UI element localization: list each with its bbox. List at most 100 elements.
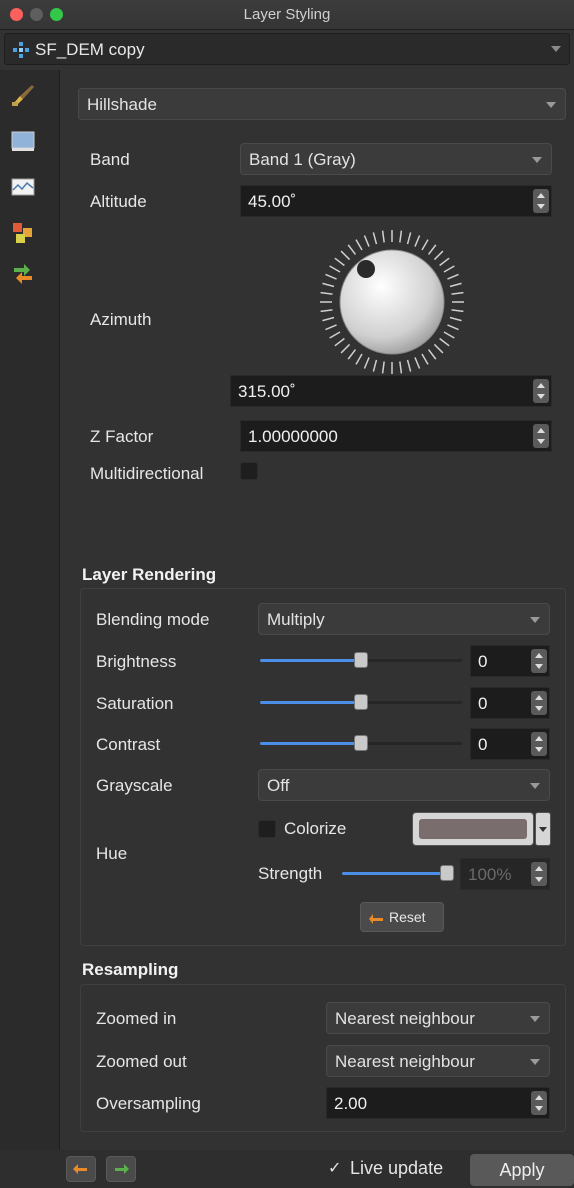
dial-tick — [414, 357, 421, 369]
multidirectional-label: Multidirectional — [90, 464, 204, 483]
brightness-value: 0 — [478, 652, 488, 671]
dial-tick — [451, 309, 464, 313]
strength-value: 100% — [468, 865, 512, 884]
zoomed-in-value: Nearest neighbour — [335, 1009, 475, 1028]
slider-handle[interactable] — [354, 652, 368, 668]
azimuth-dial[interactable] — [312, 222, 472, 382]
bottom-toolbar: ✓ Live update Apply — [0, 1150, 574, 1188]
contrast-label: Contrast — [96, 735, 161, 754]
undo-button[interactable] — [66, 1156, 96, 1182]
rendering-icon[interactable] — [10, 220, 36, 246]
spinbox-arrows-icon[interactable] — [531, 649, 547, 673]
brightness-spinbox[interactable]: 0 — [470, 645, 550, 677]
colorize-checkbox[interactable] — [258, 820, 276, 838]
history-icon[interactable] — [10, 260, 36, 286]
contrast-spinbox[interactable]: 0 — [470, 728, 550, 760]
reset-icon — [369, 914, 383, 924]
dial-tick — [363, 357, 370, 369]
contrast-slider[interactable] — [260, 733, 462, 753]
chevron-down-icon — [530, 1016, 540, 1022]
saturation-label: Saturation — [96, 694, 174, 713]
spinbox-arrows-icon[interactable] — [531, 1091, 547, 1115]
dial-tick — [372, 232, 378, 245]
zoomed-out-label: Zoomed out — [96, 1052, 187, 1071]
spinbox-arrows-icon[interactable] — [531, 691, 547, 715]
dial-tick — [406, 232, 412, 245]
chevron-down-icon — [530, 1059, 540, 1065]
spinbox-arrows-icon[interactable] — [533, 424, 549, 448]
strength-spinbox[interactable]: 100% — [460, 858, 550, 890]
dial-tick — [439, 337, 450, 347]
grayscale-label: Grayscale — [96, 776, 173, 795]
zoomed-in-dropdown[interactable]: Nearest neighbour — [326, 1002, 550, 1034]
redo-icon — [115, 1164, 129, 1174]
spinbox-arrows-icon[interactable] — [531, 862, 547, 886]
apply-button[interactable]: Apply — [470, 1154, 574, 1186]
saturation-slider[interactable] — [260, 692, 462, 712]
dial-tick — [363, 235, 370, 247]
dial-tick — [443, 331, 455, 339]
live-update-checkmark-icon[interactable]: ✓ — [328, 1158, 341, 1178]
dial-tick — [329, 265, 341, 273]
dial-tick — [449, 316, 462, 322]
spinbox-arrows-icon[interactable] — [533, 189, 549, 213]
grayscale-value: Off — [267, 776, 290, 795]
layer-selector-value: SF_DEM copy — [35, 40, 145, 59]
oversampling-spinbox[interactable]: 2.00 — [326, 1087, 550, 1119]
azimuth-spinbox[interactable]: 315.00˚ — [230, 375, 552, 407]
title-bar: Layer Styling — [0, 0, 574, 30]
resampling-title: Resampling — [82, 960, 179, 979]
redo-button[interactable] — [106, 1156, 136, 1182]
dial-tick — [439, 257, 450, 267]
dial-tick — [433, 250, 444, 261]
band-dropdown[interactable]: Band 1 (Gray) — [240, 143, 552, 175]
reset-button[interactable]: Reset — [360, 902, 444, 932]
slider-handle[interactable] — [440, 865, 454, 881]
dial-tick — [325, 324, 337, 331]
altitude-value: 45.00˚ — [248, 192, 297, 211]
colorize-label: Colorize — [284, 819, 347, 838]
colorize-color-button[interactable] — [412, 812, 534, 846]
altitude-spinbox[interactable]: 45.00˚ — [240, 185, 552, 217]
strength-label: Strength — [258, 864, 323, 883]
dial-tick — [381, 361, 385, 374]
dial-tick — [322, 282, 335, 288]
dial-tick — [399, 361, 403, 374]
grayscale-dropdown[interactable]: Off — [258, 769, 550, 801]
reset-label: Reset — [389, 909, 426, 925]
window-title: Layer Styling — [243, 6, 331, 23]
spinbox-arrows-icon[interactable] — [531, 732, 547, 756]
contrast-value: 0 — [478, 735, 488, 754]
dial-tick — [325, 273, 337, 280]
histogram-icon[interactable] — [10, 174, 36, 200]
dial-tick — [355, 239, 363, 251]
dial-tick — [427, 244, 437, 255]
slider-handle[interactable] — [354, 694, 368, 710]
blending-mode-label: Blending mode — [96, 610, 210, 629]
saturation-value: 0 — [478, 694, 488, 713]
blending-mode-value: Multiply — [267, 610, 325, 629]
undo-icon — [73, 1164, 87, 1174]
dial-tick — [372, 359, 378, 372]
dial-tick — [320, 309, 333, 313]
dial-tick — [347, 244, 357, 255]
color-dropdown-button[interactable] — [535, 812, 551, 846]
zfactor-spinbox[interactable]: 1.00000000 — [240, 420, 552, 452]
dial-tick — [399, 230, 403, 243]
styling-tab-strip — [0, 70, 60, 1150]
slider-handle[interactable] — [354, 735, 368, 751]
spinbox-arrows-icon[interactable] — [533, 379, 549, 403]
oversampling-value: 2.00 — [334, 1094, 368, 1113]
blending-mode-dropdown[interactable]: Multiply — [258, 603, 550, 635]
layer-selector[interactable]: SF_DEM copy — [4, 33, 570, 65]
symbology-paintbrush-icon[interactable] — [10, 82, 36, 108]
brightness-slider[interactable] — [260, 650, 462, 670]
multidirectional-checkbox[interactable] — [240, 462, 258, 480]
live-update-label[interactable]: Live update — [350, 1158, 443, 1179]
saturation-spinbox[interactable]: 0 — [470, 687, 550, 719]
dial-tick — [347, 349, 357, 360]
strength-slider[interactable] — [342, 863, 454, 883]
transparency-icon[interactable] — [10, 128, 36, 154]
zoomed-out-dropdown[interactable]: Nearest neighbour — [326, 1045, 550, 1077]
renderer-type-dropdown[interactable]: Hillshade — [78, 88, 566, 120]
